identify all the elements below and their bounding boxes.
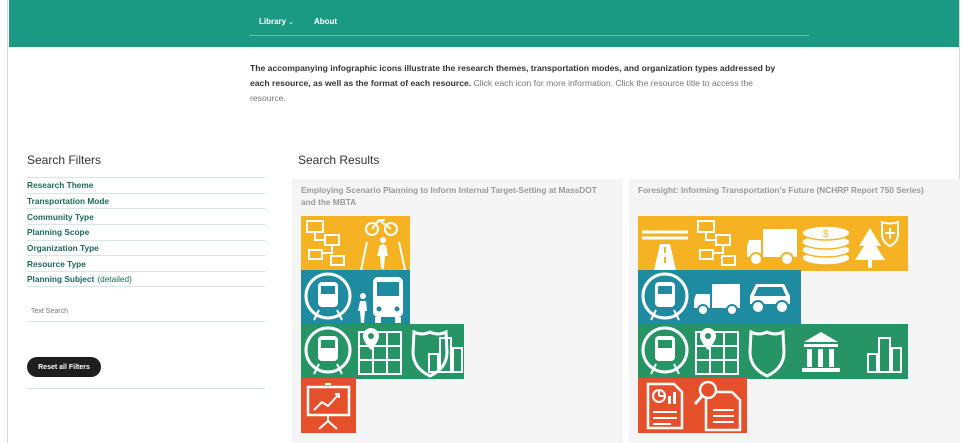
results-title: Search Results <box>298 153 380 167</box>
intro-text: The accompanying infographic icons illus… <box>250 61 790 106</box>
filter-label: Community Type <box>27 211 94 222</box>
filter-organization-type[interactable]: Organization Type <box>27 239 265 256</box>
resource-title-link[interactable]: Foresight: Informing Transportation's Fu… <box>638 185 948 197</box>
bus-pedestrian-icon <box>358 277 403 323</box>
organization-type-tile[interactable] <box>638 324 908 379</box>
filter-label: Resource Type <box>27 258 86 269</box>
result-card: Foresight: Informing Transportation's Fu… <box>629 179 960 443</box>
nav-library-label: Library <box>259 16 287 26</box>
filter-label: Transportation Mode <box>27 196 110 207</box>
city-buildings-icon <box>428 337 463 373</box>
filter-list: Research Theme Transportation Mode Commu… <box>27 177 265 287</box>
filter-planning-subject[interactable]: Planning Subject (detailed) <box>27 271 265 287</box>
filters-title: Search Filters <box>27 153 102 167</box>
filter-label: Planning Scope <box>27 227 90 238</box>
resource-format-tile[interactable] <box>638 378 747 433</box>
text-search-input[interactable] <box>27 302 265 322</box>
filter-research-theme[interactable]: Research Theme <box>27 177 265 193</box>
filters-divider <box>27 388 265 389</box>
resource-title-link[interactable]: Employing Scenario Planning to Inform In… <box>301 185 611 208</box>
chevron-down-icon: ⌄ <box>286 18 294 26</box>
nav-library[interactable]: Library ⌄ <box>249 17 304 26</box>
filter-planning-scope[interactable]: Planning Scope <box>27 224 265 240</box>
filter-label: Research Theme <box>27 180 94 191</box>
bicycle-pedestrian-icon <box>360 218 406 271</box>
tree-health-icon <box>855 220 899 268</box>
filter-transportation-mode[interactable]: Transportation Mode <box>27 192 265 209</box>
main-nav: Library ⌄ About <box>249 7 809 36</box>
resource-format-tile[interactable] <box>301 378 356 433</box>
car-icon <box>750 284 790 314</box>
filter-community-type[interactable]: Community Type <box>27 208 265 224</box>
research-theme-tile[interactable] <box>301 216 410 271</box>
research-theme-tile[interactable]: $ <box>638 216 908 271</box>
window-edge-left <box>0 0 8 443</box>
filter-label: Planning Subject <box>27 273 95 284</box>
transportation-mode-tile[interactable] <box>301 270 410 325</box>
organization-type-tile[interactable] <box>301 324 464 379</box>
filter-label: Organization Type <box>27 243 99 254</box>
nav-about[interactable]: About <box>304 17 347 26</box>
research-document-icon <box>693 380 742 432</box>
filter-resource-type[interactable]: Resource Type <box>27 255 265 271</box>
presentation-chart-icon <box>306 383 351 430</box>
result-card: Employing Scenario Planning to Inform In… <box>292 179 623 443</box>
transportation-mode-tile[interactable] <box>638 270 801 325</box>
reset-filters-button[interactable]: Reset all Filters <box>27 357 101 377</box>
filter-detail: (detailed) <box>97 273 132 284</box>
city-buildings-icon <box>867 337 902 373</box>
site-header: Library ⌄ About <box>9 0 959 47</box>
